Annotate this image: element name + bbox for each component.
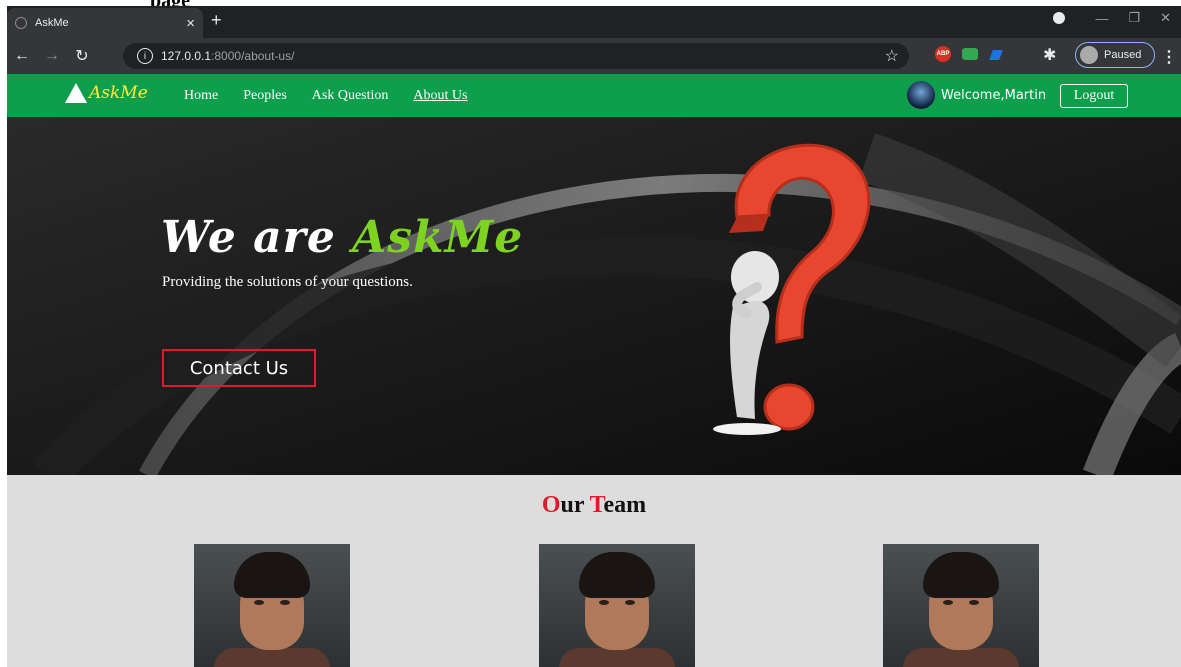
- team-section: Our Team: [7, 475, 1181, 667]
- tab-title: AskMe: [35, 17, 69, 29]
- nav-links: Home Peoples Ask Question About Us: [184, 88, 492, 104]
- photo-shirt: [903, 648, 1019, 667]
- tab-close-icon[interactable]: ×: [186, 15, 195, 32]
- photo-eye: [599, 600, 609, 605]
- back-icon[interactable]: ←: [7, 47, 37, 65]
- photo-eye: [943, 600, 953, 605]
- browser-window: AskMe × + — ❐ ✕ ← → ↻ i 127.0.0.1:8000/a…: [7, 6, 1181, 74]
- team-member-photo: [883, 544, 1039, 667]
- team-title-t: T: [589, 492, 604, 518]
- team-title-o: O: [541, 492, 561, 518]
- welcome-text: Welcome,Martin: [941, 87, 1047, 103]
- tab-favicon-icon: [15, 17, 27, 29]
- puzzle-icon[interactable]: ✱: [1043, 45, 1056, 65]
- page: page AskMe × + — ❐ ✕ ← → ↻ i 127.0.0.1:8…: [0, 0, 1181, 667]
- photo-eye: [280, 600, 290, 605]
- profile-status-label: Paused: [1104, 49, 1142, 61]
- nav-link-about-us[interactable]: About Us: [413, 88, 467, 104]
- photo-shirt: [214, 648, 330, 667]
- close-window-icon[interactable]: ✕: [1160, 10, 1171, 26]
- user-menu[interactable]: Welcome,Martin: [907, 81, 1046, 109]
- hero-banner: We are AskMe Providing the solutions of …: [7, 117, 1181, 475]
- askme-logo-icon: [65, 83, 87, 103]
- hero-title-brand: AskMe: [352, 212, 524, 263]
- photo-hair: [579, 552, 655, 598]
- browser-toolbar: ← → ↻ i 127.0.0.1:8000/about-us/ ☆ ABP ✱…: [7, 38, 1181, 74]
- photo-eye: [969, 600, 979, 605]
- address-bar[interactable]: i 127.0.0.1:8000/about-us/ ☆: [123, 43, 909, 69]
- extension-blue-icon[interactable]: [989, 50, 1003, 60]
- chrome-profile-icon[interactable]: [1053, 12, 1066, 24]
- url-path: :8000/about-us/: [211, 49, 295, 63]
- profile-paused-button[interactable]: Paused: [1075, 42, 1155, 68]
- site-navbar: AskMe Home Peoples Ask Question About Us…: [7, 74, 1181, 117]
- url-host: 127.0.0.1: [161, 49, 212, 63]
- extension-green-icon[interactable]: [962, 48, 978, 60]
- new-tab-button[interactable]: +: [211, 10, 222, 31]
- question-figure-icon: [713, 143, 871, 435]
- team-title-ur: ur: [560, 492, 590, 518]
- team-member-photo: [194, 544, 350, 667]
- photo-shirt: [559, 648, 675, 667]
- site-logo[interactable]: AskMe: [65, 83, 148, 103]
- photo-hair: [923, 552, 999, 598]
- photo-eye: [625, 600, 635, 605]
- tab-strip: AskMe × + — ❐ ✕: [7, 6, 1181, 38]
- hero-subtitle: Providing the solutions of your question…: [162, 274, 413, 290]
- info-icon[interactable]: i: [137, 48, 153, 64]
- team-title-eam: eam: [603, 492, 647, 518]
- star-icon[interactable]: ☆: [885, 46, 899, 66]
- url-text: 127.0.0.1:8000/about-us/: [161, 49, 294, 63]
- photo-eye: [254, 600, 264, 605]
- logout-button[interactable]: Logout: [1060, 84, 1128, 108]
- logo-text: AskMe: [89, 83, 148, 103]
- browser-tab[interactable]: AskMe ×: [7, 8, 203, 38]
- photo-hair: [234, 552, 310, 598]
- profile-avatar: [1080, 46, 1098, 64]
- window-controls: — ❐ ✕: [1053, 10, 1171, 26]
- adblock-extension-icon[interactable]: ABP: [935, 46, 951, 62]
- avatar: [907, 81, 935, 109]
- hero-title: We are AskMe: [161, 212, 523, 263]
- reload-icon[interactable]: ↻: [67, 46, 97, 66]
- menu-icon[interactable]: ⋮: [1161, 47, 1177, 67]
- nav-link-home[interactable]: Home: [184, 88, 218, 104]
- nav-link-ask-question[interactable]: Ask Question: [312, 88, 389, 104]
- team-member-photo: [539, 544, 695, 667]
- nav-link-peoples[interactable]: Peoples: [243, 88, 287, 104]
- contact-us-button[interactable]: Contact Us: [162, 349, 316, 387]
- maximize-icon[interactable]: ❐: [1128, 10, 1140, 26]
- minimize-icon[interactable]: —: [1095, 11, 1108, 26]
- team-title: Our Team: [7, 492, 1181, 519]
- hero-title-prefix: We are: [161, 212, 353, 263]
- hero-background: [7, 117, 1181, 475]
- forward-icon[interactable]: →: [37, 47, 67, 65]
